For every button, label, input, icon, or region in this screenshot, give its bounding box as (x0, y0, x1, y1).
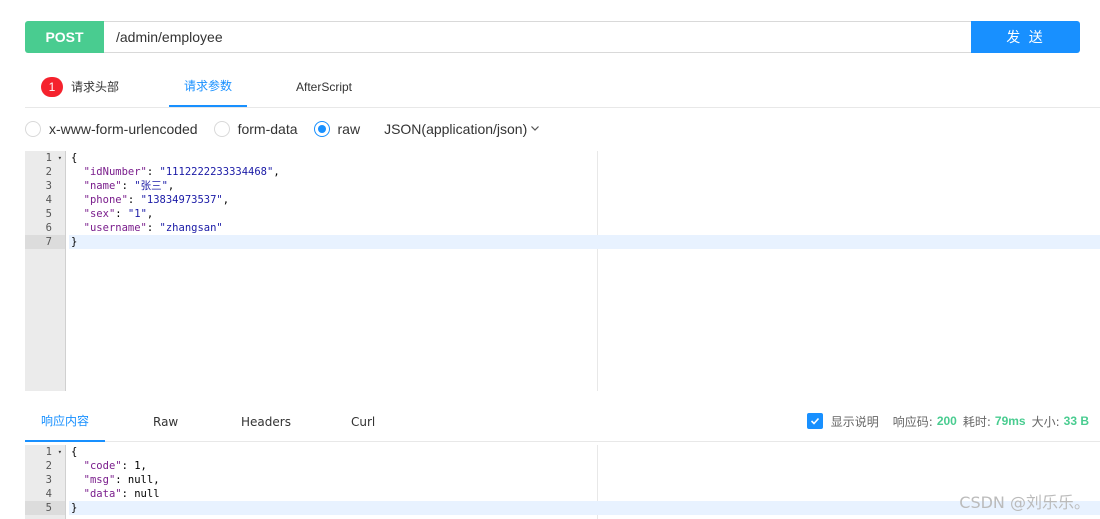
response-tabs: 响应内容 Raw Headers Curl 显示说明 响应码: 200 耗时: … (25, 401, 1100, 442)
tab-params-label: 请求参数 (184, 79, 233, 93)
line-number: 2 (45, 460, 52, 472)
request-tabs: 1 请求头部 请求参数 AfterScript (25, 66, 1100, 108)
fold-arrow-icon[interactable]: ▾ (58, 151, 62, 165)
url-bar: POST /admin/employee 发 送 (25, 21, 1080, 53)
editor-code: { "idNumber": "1112222233334468", "name"… (69, 151, 1100, 249)
radio-circle (25, 121, 41, 137)
code-line: "data": null (83, 488, 160, 500)
editor-gutter: 1 ▾ 2 3 4 5 6 7 (25, 151, 66, 391)
tab-afterscript-label: AfterScript (296, 79, 353, 94)
code-line: "username": "zhangsan" (83, 222, 223, 234)
tab-params[interactable]: 请求参数 (169, 66, 248, 107)
line-number: 2 (45, 166, 52, 178)
watermark: CSDN @刘乐乐。 (959, 493, 1090, 512)
line-number: 6 (45, 222, 52, 234)
code-line: } (69, 501, 1100, 515)
tab-response-content-label: 响应内容 (41, 414, 90, 428)
content-type-label: JSON(application/json) (384, 121, 528, 137)
response-body-editor[interactable]: 1 ▾ 2 3 4 5 { "code": 1, "msg": null, "data":… (25, 445, 1100, 519)
fold-arrow-icon[interactable]: ▾ (58, 445, 62, 459)
tab-raw-label: Raw (153, 414, 179, 429)
code-line: "msg": null, (83, 474, 160, 486)
method-select[interactable]: POST (25, 21, 104, 53)
show-desc-label: 显示说明 (830, 414, 879, 429)
size-value: 33 B (1063, 414, 1089, 428)
code-line: { (71, 446, 78, 458)
code-line: "code": 1, (83, 460, 147, 472)
line-number: 1 ▾ (45, 445, 62, 459)
time-value: 79ms (994, 414, 1026, 428)
url-input[interactable]: /admin/employee (104, 21, 971, 53)
code-line: } (69, 235, 1100, 249)
line-number: 7 (25, 235, 65, 249)
time-label: 耗时: (962, 414, 991, 429)
chevron-down-icon (530, 123, 540, 136)
tab-curl[interactable]: Curl (351, 401, 375, 442)
line-number: 1 ▾ (45, 151, 62, 165)
radio-form-data-label: form-data (237, 121, 298, 137)
response-info: 显示说明 响应码: 200 耗时: 79ms 大小: 33 B (806, 401, 1095, 441)
radio-raw[interactable]: raw (313, 121, 361, 137)
check-icon (810, 417, 819, 425)
editor-gutter: 1 ▾ 2 3 4 5 (25, 445, 66, 519)
line-number: 3 (45, 180, 52, 192)
code-line: "name": "张三", (83, 180, 175, 192)
code-line: "idNumber": "1112222233334468", (83, 166, 280, 178)
radio-urlencoded[interactable]: x-www-form-urlencoded (25, 121, 198, 137)
tab-afterscript[interactable]: AfterScript (296, 66, 352, 107)
tab-headers-label: 请求头部 (71, 80, 120, 94)
code-line: "sex": "1", (83, 208, 154, 220)
code-line: { (71, 152, 78, 164)
content-type-select[interactable]: JSON(application/json) (384, 121, 540, 137)
tab-response-headers-label: Headers (241, 414, 291, 429)
radio-raw-label: raw (337, 121, 361, 137)
line-number: 3 (45, 474, 52, 486)
editor-code: { "code": 1, "msg": null, "data": null} (69, 445, 1100, 515)
radio-circle-checked (313, 121, 330, 137)
tab-curl-label: Curl (351, 414, 376, 429)
show-desc-checkbox[interactable] (806, 413, 823, 429)
tab-raw[interactable]: Raw (153, 401, 178, 442)
line-number: 4 (45, 194, 52, 206)
headers-count-badge: 1 (41, 76, 63, 97)
tab-response-headers[interactable]: Headers (241, 401, 291, 442)
line-number: 5 (25, 501, 65, 515)
code-line: "phone": "13834973537", (83, 194, 230, 206)
tab-response-content[interactable]: 响应内容 (25, 401, 106, 442)
body-type-radios: x-www-form-urlencoded form-data raw JSON… (25, 118, 540, 140)
radio-form-data[interactable]: form-data (213, 121, 298, 137)
tab-headers[interactable]: 1 请求头部 (41, 66, 119, 107)
line-number: 4 (45, 488, 52, 500)
status-label: 响应码: (892, 414, 933, 429)
radio-circle (213, 121, 230, 137)
request-body-editor[interactable]: 1 ▾ 2 3 4 5 6 7 { "idNumber": "1112222233334468… (25, 151, 1100, 391)
status-value: 200 (936, 414, 957, 428)
send-button[interactable]: 发 送 (971, 21, 1080, 53)
size-label: 大小: (1031, 414, 1060, 429)
radio-urlencoded-label: x-www-form-urlencoded (49, 121, 198, 137)
line-number: 5 (45, 208, 52, 220)
